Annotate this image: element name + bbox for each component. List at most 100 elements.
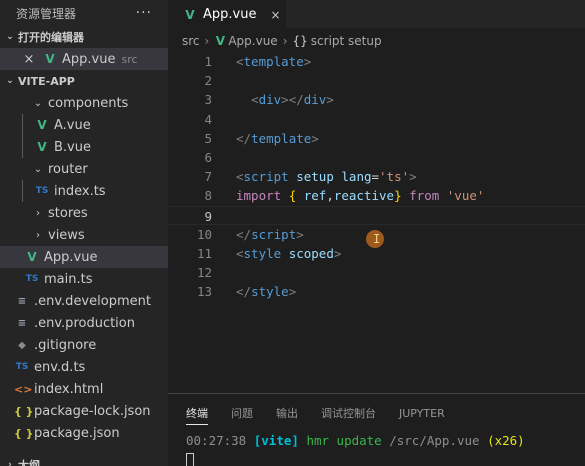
terminal-message: hmr update <box>306 433 382 448</box>
project-header[interactable]: ⌄ VITE-APP <box>0 70 168 92</box>
code-line[interactable]: 11 <style scoped> <box>168 244 585 263</box>
more-actions-icon[interactable]: ··· <box>136 5 152 21</box>
code-token: , <box>326 188 334 204</box>
close-icon[interactable]: × <box>270 8 280 22</box>
tree-item-label: components <box>48 95 129 111</box>
panel-tab[interactable]: 输出 <box>276 394 298 432</box>
terminal-count: (x26) <box>487 433 525 448</box>
code-token: script <box>251 226 297 242</box>
code-token: div <box>258 92 282 108</box>
terminal-cursor <box>186 452 194 466</box>
env-file-icon: ≡ <box>17 295 27 307</box>
line-number: 10 <box>196 226 212 242</box>
file-item[interactable]: ≡ .env.development <box>0 290 168 312</box>
code-token: > <box>409 169 417 185</box>
file-item[interactable]: V A.vue <box>0 114 168 136</box>
code-token: setup <box>296 169 334 185</box>
line-number: 4 <box>204 111 212 127</box>
file-item[interactable]: <> index.html <box>0 378 168 400</box>
code-line[interactable]: 4 <box>168 110 585 129</box>
editor-area: V App.vue × src › V App.vue › {} script … <box>168 0 585 466</box>
file-item[interactable]: V B.vue <box>0 136 168 158</box>
code-line[interactable]: 3 <div></div> <box>168 90 585 109</box>
line-number: 12 <box>196 265 212 281</box>
folder-item[interactable]: ⌄ components <box>0 92 168 114</box>
tree-item-label: stores <box>48 205 88 221</box>
line-number: 2 <box>204 73 212 89</box>
indent-guide <box>22 136 23 158</box>
vue-file-icon: V <box>37 140 47 154</box>
file-item[interactable]: TS main.ts <box>0 268 168 290</box>
line-number: 11 <box>196 245 212 261</box>
code-token: = <box>371 169 380 185</box>
code-line[interactable]: 1 <template> <box>168 52 585 71</box>
tree-item-label: router <box>48 161 88 177</box>
code-line[interactable]: 6 <box>168 148 585 167</box>
panel-tab[interactable]: 调试控制台 <box>321 394 376 432</box>
line-number: 8 <box>204 188 212 204</box>
panel-tab[interactable]: JUPYTER <box>399 394 445 432</box>
vue-file-icon: V <box>215 34 225 48</box>
terminal-time: 00:27:38 <box>186 433 247 448</box>
folder-item[interactable]: ⌄ router <box>0 158 168 180</box>
chevron-down-icon: ⌄ <box>33 97 43 109</box>
line-number: 7 <box>204 169 212 185</box>
open-editors-title: 打开的编辑器 <box>18 31 84 44</box>
code-editor[interactable]: 1 <template> 2 3 <div></div> 4 5 </template> 6 7… <box>168 52 585 301</box>
explorer-title: 资源管理器 <box>16 6 77 21</box>
close-icon[interactable]: × <box>22 52 36 67</box>
code-text: </style> <box>212 282 296 301</box>
code-line[interactable]: 12 <box>168 263 585 282</box>
breadcrumb-symbol[interactable]: script setup <box>311 34 382 48</box>
open-editor-item[interactable]: × V App.vue src <box>0 48 168 70</box>
code-token: script <box>243 169 289 185</box>
code-token: div <box>303 92 327 108</box>
code-text: </script> <box>212 225 304 244</box>
code-line[interactable]: 2 <box>168 71 585 90</box>
file-item[interactable]: TS env.d.ts <box>0 356 168 378</box>
code-text: <style scoped> <box>212 244 341 263</box>
open-editors-header[interactable]: ⌄ 打开的编辑器 <box>0 26 168 48</box>
file-item[interactable]: ≡ .env.production <box>0 312 168 334</box>
file-item[interactable]: { } package-lock.json <box>0 400 168 422</box>
panel-tab[interactable]: 问题 <box>231 394 253 432</box>
terminal-path: /src/App.vue <box>389 433 480 448</box>
typescript-file-icon: TS <box>25 274 39 284</box>
code-line[interactable]: 13 </style> <box>168 282 585 301</box>
typescript-file-icon: TS <box>35 186 49 196</box>
outline-header[interactable]: › 大纲 <box>0 454 40 466</box>
file-item[interactable]: { } package.json <box>0 422 168 444</box>
breadcrumb-src[interactable]: src <box>182 34 200 48</box>
code-token: < <box>236 245 244 261</box>
code-line[interactable]: 5 </template> <box>168 129 585 148</box>
chevron-right-icon: › <box>204 34 210 48</box>
code-token: style <box>243 245 282 261</box>
file-item[interactable]: ◆ .gitignore <box>0 334 168 356</box>
tree-item-label: A.vue <box>54 117 91 133</box>
breadcrumb: src › V App.vue › {} script setup <box>168 28 585 54</box>
code-token: ref <box>303 188 327 204</box>
tree-item-label: .env.development <box>34 293 151 309</box>
tab-app-vue[interactable]: V App.vue × <box>168 0 286 28</box>
open-editor-filename: App.vue <box>62 51 116 67</box>
code-token: < <box>236 54 244 69</box>
folder-item[interactable]: › stores <box>0 202 168 224</box>
code-token: < <box>251 92 259 108</box>
chevron-right-icon: › <box>8 460 12 466</box>
file-item[interactable]: V App.vue <box>0 246 168 268</box>
code-line[interactable]: 8 import { ref,reactive} from 'vue' <box>168 186 585 205</box>
folder-item[interactable]: › views <box>0 224 168 246</box>
panel-tab[interactable]: 终端 <box>186 394 208 432</box>
code-line[interactable]: 9 <box>168 205 585 225</box>
code-line[interactable]: 10 </script> I <box>168 225 585 248</box>
code-text: <template> <box>212 52 311 71</box>
code-token: template <box>243 54 304 69</box>
breadcrumb-file[interactable]: App.vue <box>228 34 277 48</box>
terminal[interactable]: 00:27:38 [vite] hmr update /src/App.vue … <box>168 432 585 466</box>
code-line[interactable]: 7 <script setup lang='ts'> <box>168 167 585 186</box>
file-item[interactable]: TS index.ts <box>0 180 168 202</box>
